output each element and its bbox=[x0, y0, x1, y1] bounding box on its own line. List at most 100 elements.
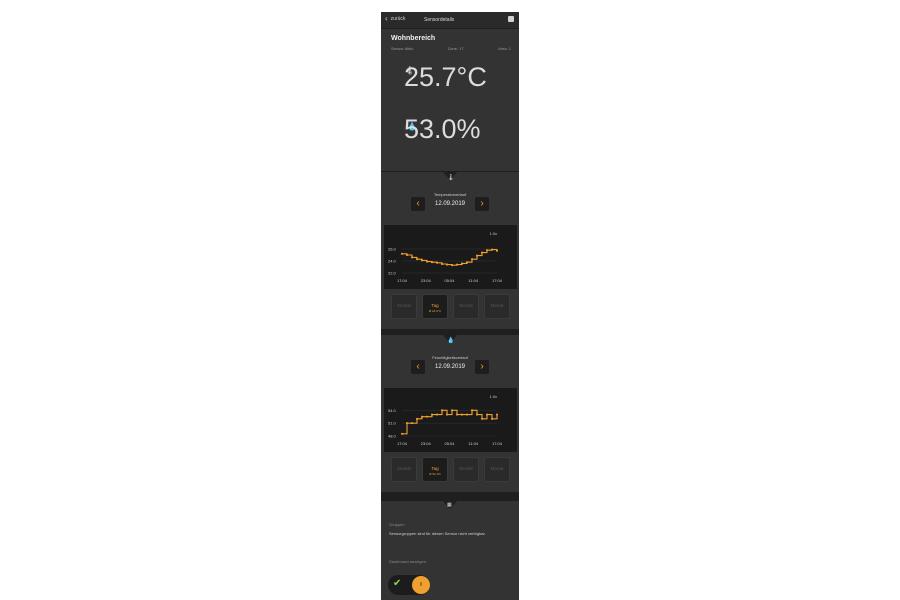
temperature-x-tick-label: 17:04 bbox=[397, 278, 408, 283]
range-button-monat[interactable]: Monat bbox=[484, 457, 510, 482]
next-day-button[interactable]: › bbox=[475, 197, 489, 211]
humidity-zoom-label: 1.0x bbox=[489, 394, 497, 399]
humidity-data-point bbox=[441, 409, 443, 412]
next-day-button[interactable]: › bbox=[475, 360, 489, 374]
humidity-data-point bbox=[411, 422, 413, 425]
check-icon: ✔ bbox=[393, 578, 402, 589]
range-selector: Stunde Tag Ø 52.1% Woche Monat bbox=[391, 457, 511, 483]
temperature-data-point bbox=[451, 264, 453, 267]
temperature-chart[interactable]: 26.0 24.0 22.0 17:04 23:04 05:04 11:04 17:04 1.0… bbox=[384, 225, 517, 289]
chevron-left-icon: ‹ bbox=[385, 14, 388, 23]
range-button-woche[interactable]: Woche bbox=[453, 294, 479, 319]
humidity-chart-svg: 54.051.048.017:04 23:04 05:04 11:04 17:041.0… bbox=[388, 394, 503, 446]
range-button-label: Tag bbox=[431, 466, 439, 471]
humidity-data-point bbox=[476, 413, 478, 416]
temperature-data-point bbox=[426, 260, 428, 263]
range-button-tag[interactable]: Tag Ø 52.1% bbox=[422, 457, 448, 482]
humidity-data-point bbox=[461, 413, 463, 416]
humidity-data-point bbox=[451, 409, 453, 412]
humidity-x-tick-label: 17:04 bbox=[492, 441, 503, 446]
top-bar: ‹ zurück Sensordetails bbox=[381, 12, 519, 28]
range-button-tag[interactable]: Tag Ø 24.6°C bbox=[422, 294, 448, 319]
sensor-meta: Sensor Aktiv Zone: 17 Area: 1 bbox=[391, 46, 511, 51]
temperature-data-point bbox=[436, 261, 438, 264]
temperature-data-point bbox=[491, 248, 493, 251]
range-button-monat[interactable]: Monat bbox=[484, 294, 510, 319]
temperature-section: 🌡 Temperaturverlauf ‹ 12.09.2019 › 26.0 2… bbox=[381, 171, 519, 329]
humidity-data-point bbox=[471, 409, 473, 412]
save-icon[interactable] bbox=[508, 16, 514, 22]
temperature-x-tick-label: 17:04 bbox=[492, 278, 503, 283]
range-button-average: Ø 24.6°C bbox=[428, 309, 442, 313]
back-label: zurück bbox=[390, 16, 406, 22]
humidity-x-tick-label: 05:04 bbox=[444, 441, 455, 446]
date-label: 12.09.2019 bbox=[434, 364, 466, 370]
temperature-data-point bbox=[496, 249, 498, 252]
page-title: Sensordetails bbox=[424, 17, 455, 23]
dashboard-toggle[interactable]: ✔ ll bbox=[388, 575, 430, 595]
humidity-data-point bbox=[486, 413, 488, 416]
humidity-chart[interactable]: 54.0 51.0 48.0 17:04 23:04 05:04 11:04 17:04 1.0… bbox=[384, 388, 517, 452]
grid-icon: ▦ bbox=[447, 502, 452, 508]
range-button-stunde[interactable]: Stunde bbox=[391, 457, 417, 482]
humidity-x-tick-label: 17:04 bbox=[397, 441, 408, 446]
room-name: Wohnbereich bbox=[391, 35, 436, 42]
temperature-x-tick-label: 05:04 bbox=[444, 278, 455, 283]
temperature-data-point bbox=[471, 258, 473, 261]
range-button-label: Stunde bbox=[396, 303, 412, 308]
temperature-y-tick-label: 22.0 bbox=[388, 271, 397, 276]
humidity-data-point bbox=[456, 413, 458, 416]
temperature-data-point bbox=[421, 259, 423, 262]
meta-zone: Zone: 17 bbox=[447, 46, 464, 51]
temperature-data-point bbox=[461, 262, 463, 265]
app-screen: ‹ zurück Sensordetails Wohnbereich Senso… bbox=[381, 12, 519, 600]
range-button-woche[interactable]: Woche bbox=[453, 457, 479, 482]
meta-status: Sensor Aktiv bbox=[391, 46, 414, 51]
range-button-label: Monat bbox=[490, 466, 504, 471]
humidity-data-point bbox=[421, 415, 423, 418]
temperature-data-point bbox=[446, 263, 448, 266]
temperature-data-point bbox=[481, 251, 483, 254]
dashboard-label: Dashboard anzeigen bbox=[389, 559, 426, 564]
temperature-data-point bbox=[466, 261, 468, 264]
range-button-label: Monat bbox=[490, 303, 504, 308]
groups-text: Sensorgruppen sind für diesen Sensor nic… bbox=[389, 531, 486, 536]
range-button-label: Tag bbox=[431, 303, 439, 308]
humidity-y-tick-label: 48.0 bbox=[388, 434, 397, 439]
chevron-right-icon: › bbox=[480, 198, 484, 209]
sensor-header: Wohnbereich Sensor Aktiv Zone: 17 Area: … bbox=[381, 29, 519, 171]
range-button-label: Woche bbox=[459, 303, 473, 308]
humidity-data-point bbox=[426, 415, 428, 418]
date-navigator: ‹ 12.09.2019 › bbox=[381, 197, 519, 213]
humidity-data-point bbox=[431, 413, 433, 416]
humidity-data-point bbox=[446, 413, 448, 416]
temperature-y-tick-label: 26.0 bbox=[388, 247, 397, 252]
humidity-data-point bbox=[496, 413, 498, 416]
humidity-data-point bbox=[416, 417, 418, 420]
humidity-data-point bbox=[436, 413, 438, 416]
range-button-stunde[interactable]: Stunde bbox=[391, 294, 417, 319]
meta-area: Area: 1 bbox=[498, 46, 511, 51]
humidity-data-point bbox=[481, 417, 483, 420]
back-button[interactable]: ‹ zurück bbox=[385, 15, 405, 23]
temperature-x-tick-label: 11:04 bbox=[468, 278, 478, 283]
temperature-data-point bbox=[441, 263, 443, 265]
date-navigator: ‹ 12.09.2019 › bbox=[381, 360, 519, 376]
temperature-data-point bbox=[476, 254, 478, 257]
temperature-data-point bbox=[411, 256, 413, 259]
humidity-value: 53.0% bbox=[404, 114, 481, 144]
humidity-data-point bbox=[406, 422, 408, 425]
toggle-knob: ll bbox=[412, 576, 430, 594]
range-button-average: Ø 52.1% bbox=[429, 472, 441, 476]
temperature-data-point bbox=[401, 252, 403, 255]
temperature-zoom-label: 1.0x bbox=[489, 231, 497, 236]
temperature-data-point bbox=[431, 261, 433, 264]
humidity-section: 💧 Feuchtigkeitsverlauf ‹ 12.09.2019 › 54… bbox=[381, 334, 519, 492]
chevron-right-icon: › bbox=[480, 361, 484, 372]
humidity-x-tick-label: 11:04 bbox=[468, 441, 478, 446]
groups-section: ▦ Gruppen Sensorgruppen sind für diesen … bbox=[381, 500, 519, 600]
humidity-y-tick-label: 51.0 bbox=[388, 421, 397, 426]
humidity-data-point bbox=[401, 432, 403, 435]
temperature-data-point bbox=[486, 249, 488, 252]
humidity-data-point bbox=[466, 413, 468, 416]
